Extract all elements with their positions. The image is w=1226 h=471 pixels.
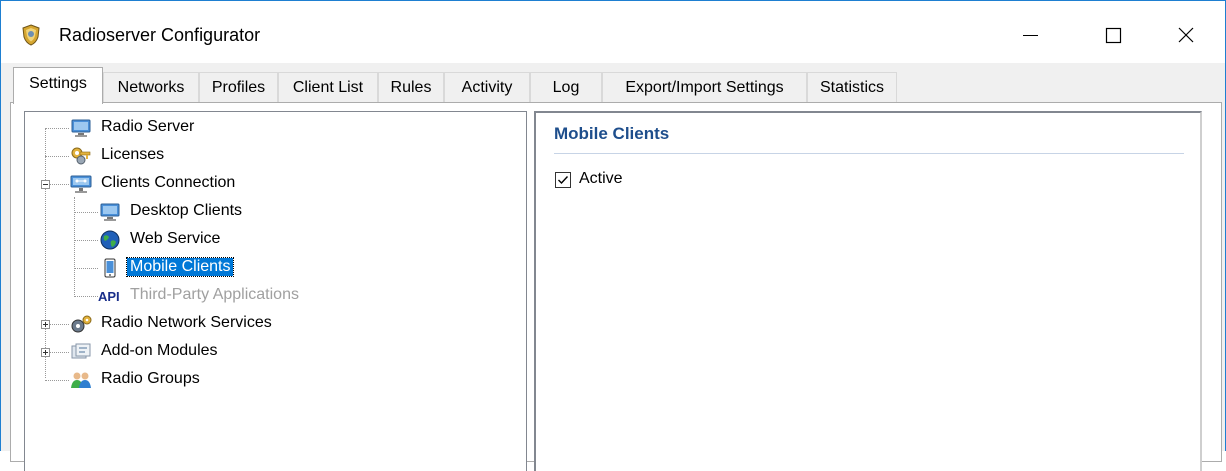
users-icon	[71, 372, 91, 388]
modules-icon	[71, 343, 91, 359]
tree-connector	[74, 240, 98, 241]
tab-profiles[interactable]: Profiles	[199, 72, 278, 103]
network-icon	[70, 175, 92, 193]
tree-item-radio-network-services[interactable]: Radio Network Services	[101, 314, 272, 332]
window-title: Radioserver Configurator	[59, 25, 261, 45]
checkmark-icon	[558, 176, 569, 185]
tree-connector	[45, 156, 69, 157]
settings-tab-panel: Radio Server Licenses Clients Connection…	[10, 102, 1222, 471]
tree-item-radio-server[interactable]: Radio Server	[101, 118, 194, 136]
detail-pane: Mobile Clients Active	[534, 111, 1202, 471]
tab-export-import-settings[interactable]: Export/Import Settings	[602, 72, 807, 103]
mobile-phone-icon	[104, 258, 116, 278]
tree-connector	[74, 212, 98, 213]
tree-connector	[50, 324, 69, 325]
tree-connector	[45, 380, 69, 381]
gears-icon	[71, 315, 92, 333]
maximize-icon	[1105, 27, 1122, 44]
tree-item-clients-connection[interactable]: Clients Connection	[101, 174, 235, 192]
tree-item-third-party-applications[interactable]: Third-Party Applications	[130, 286, 299, 304]
settings-tree[interactable]: Radio Server Licenses Clients Connection…	[24, 111, 527, 471]
tree-item-radio-groups[interactable]: Radio Groups	[101, 370, 200, 388]
keys-icon	[71, 147, 91, 165]
active-checkbox[interactable]	[555, 172, 571, 188]
tab-log[interactable]: Log	[530, 72, 602, 103]
tree-item-desktop-clients[interactable]: Desktop Clients	[130, 202, 242, 220]
expand-toggle[interactable]	[41, 348, 50, 357]
tree-item-web-service[interactable]: Web Service	[130, 230, 220, 248]
minimize-icon	[1023, 35, 1038, 36]
tree-connector	[50, 352, 69, 353]
globe-icon	[100, 230, 120, 250]
tree-item-licenses[interactable]: Licenses	[101, 146, 164, 164]
tree-item-add-on-modules[interactable]: Add-on Modules	[101, 342, 218, 360]
tab-rules[interactable]: Rules	[378, 72, 444, 103]
monitor-icon	[100, 203, 120, 221]
tree-connector	[74, 268, 98, 269]
section-title: Mobile Clients	[554, 124, 670, 143]
close-button[interactable]	[1156, 13, 1216, 57]
tab-networks[interactable]: Networks	[103, 72, 199, 103]
tree-connector	[45, 128, 69, 129]
tab-statistics[interactable]: Statistics	[807, 72, 897, 103]
maximize-button[interactable]	[1084, 13, 1144, 57]
api-icon: API	[98, 289, 120, 304]
collapse-toggle[interactable]	[41, 180, 50, 189]
tab-strip: Settings Networks Profiles Client List R…	[1, 63, 1225, 104]
section-divider	[554, 153, 1184, 154]
close-icon	[1178, 27, 1194, 43]
app-logo-icon	[22, 24, 40, 46]
tab-client-list[interactable]: Client List	[278, 72, 378, 103]
tab-activity[interactable]: Activity	[444, 72, 530, 103]
title-bar[interactable]: Radioserver Configurator	[1, 1, 1225, 63]
app-window: Radioserver Configurator Settings Networ…	[0, 0, 1226, 471]
tree-connector	[45, 128, 46, 378]
expand-toggle[interactable]	[41, 320, 50, 329]
tree-connector	[74, 296, 98, 297]
tab-settings[interactable]: Settings	[13, 67, 103, 104]
tree-connector	[50, 184, 69, 185]
active-checkbox-label[interactable]: Active	[579, 170, 623, 188]
monitor-icon	[71, 119, 91, 137]
minimize-button[interactable]	[1001, 13, 1061, 57]
tree-item-mobile-clients[interactable]: Mobile Clients	[125, 257, 235, 277]
